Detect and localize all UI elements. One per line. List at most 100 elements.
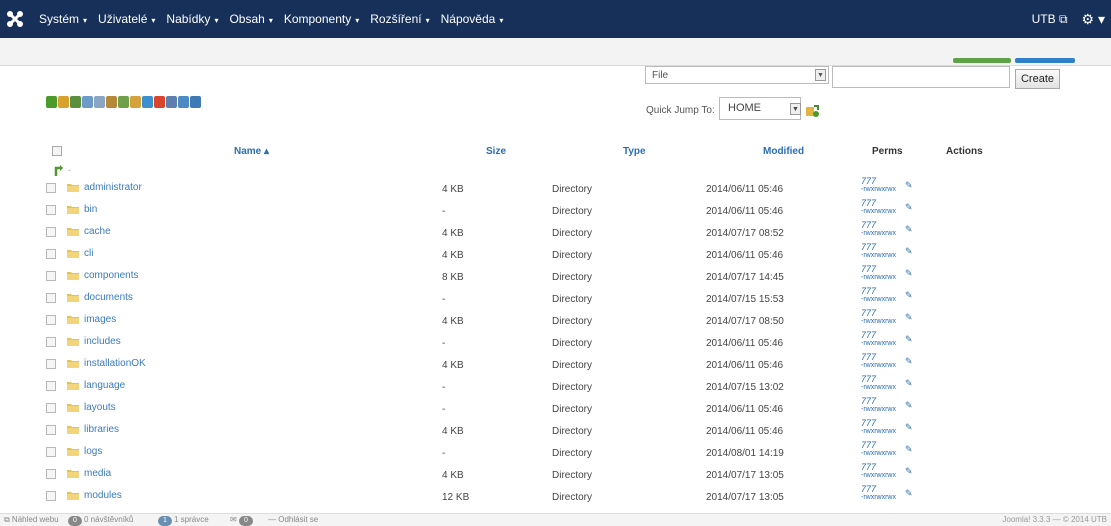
- file-name-link[interactable]: installationOK: [84, 358, 146, 369]
- settings-gear-icon[interactable]: ⚙ ▾: [1082, 11, 1105, 28]
- delete-icon[interactable]: [154, 96, 165, 108]
- edit-perms-icon[interactable]: ✎: [905, 180, 913, 191]
- file-name-link[interactable]: libraries: [84, 424, 119, 435]
- toolbar-green-button[interactable]: [953, 58, 1011, 63]
- archive-icon[interactable]: [118, 96, 129, 108]
- file-name-link[interactable]: bin: [84, 204, 97, 215]
- menu-menus[interactable]: Nabídky ▾: [166, 12, 218, 26]
- edit-perms-icon[interactable]: ✎: [905, 400, 913, 411]
- logout-link[interactable]: — Odhlásit se: [268, 515, 318, 524]
- perms-octal-link[interactable]: 777: [861, 330, 876, 340]
- search-icon[interactable]: [82, 96, 93, 108]
- menu-extensions[interactable]: Rozšíření ▾: [370, 12, 429, 26]
- col-type-header[interactable]: Type: [623, 146, 646, 157]
- file-name-link[interactable]: cli: [84, 248, 93, 259]
- perms-octal-link[interactable]: 777: [861, 418, 876, 428]
- dropdown-arrow-icon[interactable]: ▼: [790, 103, 801, 115]
- row-checkbox[interactable]: [46, 403, 56, 413]
- menu-content[interactable]: Obsah ▾: [229, 12, 272, 26]
- row-checkbox[interactable]: [46, 183, 56, 193]
- toolbar-blue-button[interactable]: [1015, 58, 1075, 63]
- menu-components[interactable]: Komponenty ▾: [284, 12, 359, 26]
- folder-icon[interactable]: [130, 96, 141, 108]
- menu-help[interactable]: Nápověda ▾: [441, 12, 504, 26]
- home-icon[interactable]: [58, 96, 69, 108]
- file-name-link[interactable]: images: [84, 314, 116, 325]
- edit-perms-icon[interactable]: ✎: [905, 268, 913, 279]
- row-checkbox[interactable]: [46, 293, 56, 303]
- col-name-header[interactable]: Name ▴: [234, 146, 269, 157]
- row-checkbox[interactable]: [46, 249, 56, 259]
- edit-perms-icon[interactable]: ✎: [905, 224, 913, 235]
- messages-status[interactable]: ✉ 0: [230, 515, 255, 526]
- joomla-logo-icon[interactable]: [0, 0, 30, 38]
- back-arrow-icon[interactable]: [46, 96, 57, 108]
- edit-perms-icon[interactable]: ✎: [905, 202, 913, 213]
- refresh-icon[interactable]: [70, 96, 81, 108]
- row-checkbox[interactable]: [46, 447, 56, 457]
- row-checkbox[interactable]: [46, 337, 56, 347]
- upload-icon[interactable]: [106, 96, 117, 108]
- new-item-name-input[interactable]: [832, 66, 1010, 88]
- perms-octal-link[interactable]: 777: [861, 396, 876, 406]
- rename-icon[interactable]: [166, 96, 177, 108]
- site-link[interactable]: UTB ⧉: [1032, 12, 1068, 27]
- info-icon[interactable]: [142, 96, 153, 108]
- edit-perms-icon[interactable]: ✎: [905, 444, 913, 455]
- perms-octal-link[interactable]: 777: [861, 286, 876, 296]
- create-button[interactable]: Create: [1015, 69, 1060, 89]
- file-name-link[interactable]: documents: [84, 292, 133, 303]
- perms-octal-link[interactable]: 777: [861, 242, 876, 252]
- perms-octal-link[interactable]: 777: [861, 220, 876, 230]
- col-size-header[interactable]: Size: [486, 146, 506, 157]
- perms-octal-link[interactable]: 777: [861, 374, 876, 384]
- menu-users[interactable]: Uživatelé ▾: [98, 12, 155, 26]
- perms-octal-link[interactable]: 777: [861, 264, 876, 274]
- perms-octal-link[interactable]: 777: [861, 440, 876, 450]
- view-site-link[interactable]: ⧉ Náhled webu: [4, 515, 59, 525]
- row-checkbox[interactable]: [46, 271, 56, 281]
- perms-octal-link[interactable]: 777: [861, 198, 876, 208]
- row-checkbox[interactable]: [46, 469, 56, 479]
- col-modified-header[interactable]: Modified: [763, 146, 804, 157]
- row-checkbox[interactable]: [46, 315, 56, 325]
- edit-perms-icon[interactable]: ✎: [905, 334, 913, 345]
- row-checkbox[interactable]: [46, 359, 56, 369]
- edit-perms-icon[interactable]: ✎: [905, 422, 913, 433]
- file-name-link[interactable]: media: [84, 468, 111, 479]
- parent-dir-icon[interactable]: [54, 164, 64, 176]
- file-name-link[interactable]: modules: [84, 490, 122, 501]
- row-checkbox[interactable]: [46, 491, 56, 501]
- new-item-type-select[interactable]: File ▼: [645, 66, 829, 84]
- row-checkbox[interactable]: [46, 205, 56, 215]
- perms-octal-link[interactable]: 777: [861, 308, 876, 318]
- file-name-link[interactable]: layouts: [84, 402, 116, 413]
- edit-perms-icon[interactable]: ✎: [905, 290, 913, 301]
- edit-perms-icon[interactable]: ✎: [905, 356, 913, 367]
- menu-system[interactable]: Systém ▾: [39, 12, 87, 26]
- config-icon[interactable]: [190, 96, 201, 108]
- bookmark-add-icon[interactable]: [805, 104, 819, 118]
- file-name-link[interactable]: cache: [84, 226, 111, 237]
- select-all-checkbox[interactable]: [52, 146, 62, 156]
- edit-perms-icon[interactable]: ✎: [905, 466, 913, 477]
- row-checkbox[interactable]: [46, 227, 56, 237]
- quick-jump-select[interactable]: HOME: [719, 97, 801, 120]
- edit-perms-icon[interactable]: ✎: [905, 488, 913, 499]
- row-checkbox[interactable]: [46, 381, 56, 391]
- perms-octal-link[interactable]: 777: [861, 462, 876, 472]
- permissions-icon[interactable]: [178, 96, 189, 108]
- perms-octal-link[interactable]: 777: [861, 352, 876, 362]
- file-name-link[interactable]: logs: [84, 446, 102, 457]
- file-name-link[interactable]: includes: [84, 336, 121, 347]
- edit-perms-icon[interactable]: ✎: [905, 312, 913, 323]
- file-name-link[interactable]: administrator: [84, 182, 142, 193]
- row-checkbox[interactable]: [46, 425, 56, 435]
- new-file-icon[interactable]: [94, 96, 105, 108]
- parent-dir-label[interactable]: -: [68, 165, 71, 175]
- file-name-link[interactable]: components: [84, 270, 138, 281]
- file-name-link[interactable]: language: [84, 380, 125, 391]
- perms-octal-link[interactable]: 777: [861, 484, 876, 494]
- perms-octal-link[interactable]: 777: [861, 176, 876, 186]
- edit-perms-icon[interactable]: ✎: [905, 246, 913, 257]
